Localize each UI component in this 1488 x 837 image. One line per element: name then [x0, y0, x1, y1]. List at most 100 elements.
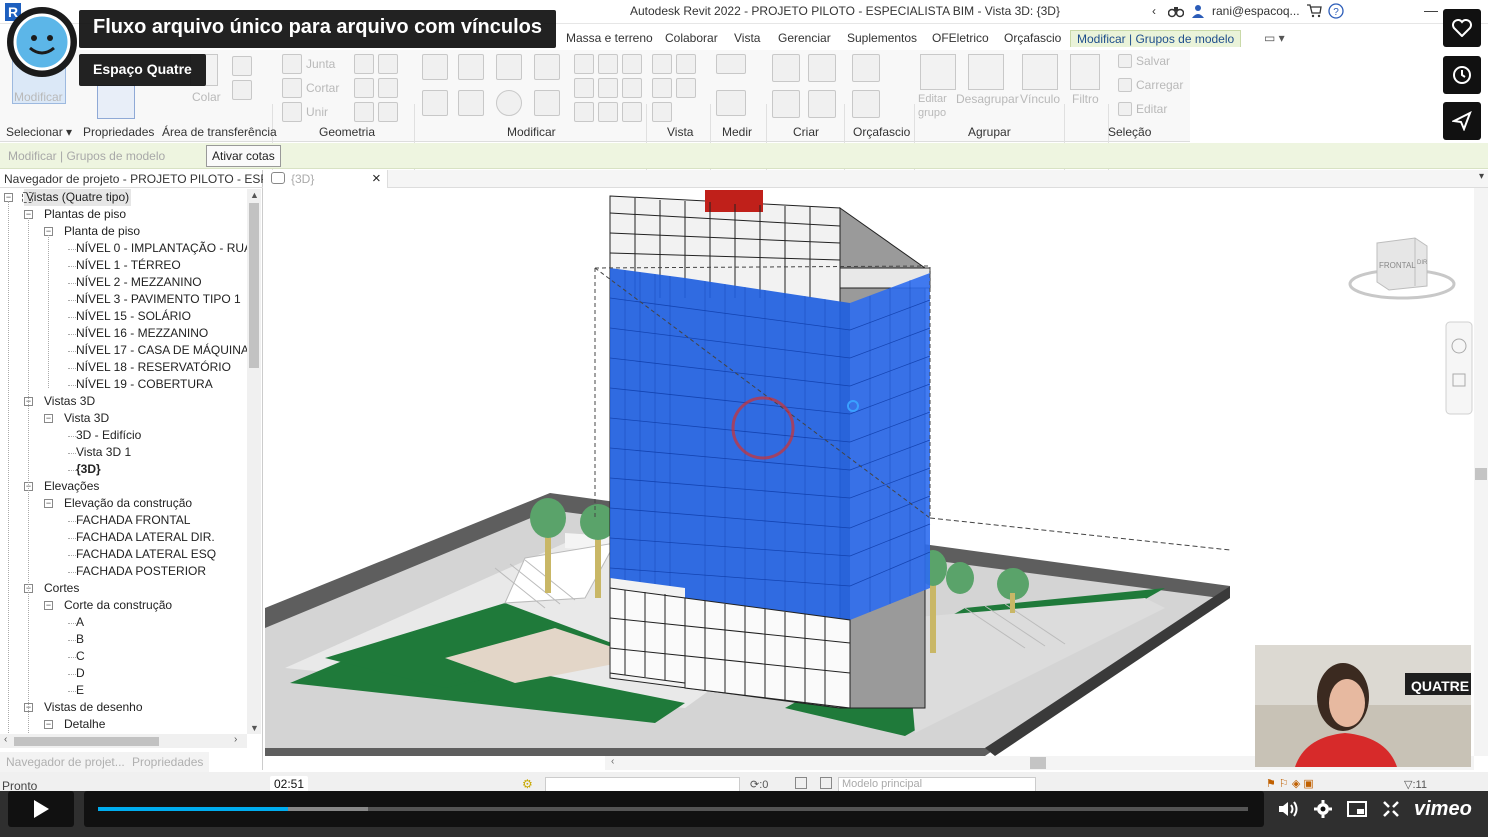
play-button[interactable]	[8, 791, 74, 827]
workset-icon[interactable]: ⚙	[522, 777, 533, 791]
filter-icon[interactable]	[1070, 54, 1100, 90]
tree-node[interactable]: NÍVEL 1 - TÉRREO	[76, 257, 181, 274]
join-tool[interactable]: Junta	[282, 54, 335, 74]
tab-project-browser[interactable]: Navegador de projet...	[0, 752, 131, 772]
tree-node[interactable]: 3D - Edifício	[76, 427, 141, 444]
watch-later-button[interactable]	[1443, 56, 1481, 94]
view-tool-3[interactable]	[652, 102, 672, 122]
design-options-icon[interactable]	[795, 777, 807, 789]
workset-dropdown[interactable]	[545, 777, 740, 792]
view-tool-2[interactable]	[652, 78, 696, 98]
tab-suplementos[interactable]: Suplementos	[841, 30, 923, 46]
user-icon[interactable]	[1190, 3, 1206, 19]
tab-properties[interactable]: Propriedades	[126, 752, 210, 772]
edit-group-icon[interactable]	[920, 54, 956, 90]
tree-collapse-toggle[interactable]: −	[44, 499, 53, 508]
volume-icon[interactable]	[1278, 798, 1300, 820]
espaco-quatre-logo[interactable]	[7, 7, 77, 77]
tree-node[interactable]: Cortes	[44, 580, 79, 597]
browser-vertical-scrollbar[interactable]: ▲ ▼	[247, 189, 261, 734]
align-icon[interactable]	[422, 54, 448, 80]
tree-node[interactable]: C	[76, 648, 85, 665]
settings-gear-icon[interactable]	[1312, 798, 1334, 820]
dimension-icon[interactable]	[716, 90, 746, 116]
link-icon[interactable]	[1022, 54, 1058, 90]
tree-node[interactable]: NÍVEL 15 - SOLÁRIO	[76, 308, 191, 325]
create-part-icon[interactable]	[772, 54, 800, 82]
tree-node[interactable]: Elevações	[44, 478, 99, 495]
mirror-pick-icon[interactable]	[496, 54, 522, 80]
tab-options-icon[interactable]: ▭ ▾	[1258, 30, 1291, 46]
video-progress-track[interactable]	[84, 791, 1264, 827]
tree-node[interactable]: Vista 3D 1	[76, 444, 131, 461]
tree-node[interactable]: Plantas de piso	[44, 206, 126, 223]
tree-node[interactable]: {3D}	[76, 461, 101, 478]
tree-node[interactable]: Vistas 3D	[44, 393, 95, 410]
viewport-vertical-scrollbar[interactable]	[1474, 188, 1488, 756]
help-icon[interactable]: ?	[1327, 3, 1344, 19]
tree-node[interactable]: NÍVEL 3 - PAVIMENTO TIPO 1	[76, 291, 241, 308]
paste-label[interactable]: Colar	[192, 90, 221, 104]
cut-clip-icon[interactable]	[232, 56, 252, 76]
create-group-icon[interactable]	[808, 54, 836, 82]
tree-node[interactable]: Vistas de desenho	[44, 699, 143, 716]
orcafascio-icon-2[interactable]	[852, 90, 880, 118]
like-button[interactable]	[1443, 9, 1481, 47]
minimize-button[interactable]: —	[1424, 2, 1438, 18]
tree-node[interactable]: NÍVEL 17 - CASA DE MÁQUINAS	[76, 342, 248, 359]
tree-node[interactable]: FACHADA LATERAL DIR.	[76, 529, 215, 546]
cut-geometry-tool[interactable]: Cortar	[282, 78, 339, 98]
tree-node[interactable]: NÍVEL 2 - MEZZANINO	[76, 274, 202, 291]
copy-icon[interactable]	[232, 80, 252, 100]
load-selection-tool[interactable]: Carregar	[1118, 78, 1183, 92]
array-tools[interactable]	[574, 78, 642, 98]
view-tab-3d[interactable]: {3D} ×	[265, 170, 388, 188]
browser-scroll-thumb[interactable]	[249, 203, 259, 368]
rotate-icon[interactable]	[496, 90, 522, 116]
tab-orcafascio[interactable]: Orçafascio	[998, 30, 1067, 46]
measure-icon[interactable]	[716, 54, 746, 74]
editable-only-icon[interactable]	[820, 777, 832, 789]
tree-node[interactable]: D	[76, 665, 85, 682]
geometry-tool-3[interactable]	[354, 102, 398, 122]
vimeo-logo[interactable]: vimeo	[1414, 798, 1472, 821]
modify-small-tools[interactable]	[574, 54, 642, 74]
orcafascio-icon[interactable]	[852, 54, 880, 82]
tree-node[interactable]: NÍVEL 0 - IMPLANTAÇÃO - RUA	[76, 240, 248, 257]
trim-icon[interactable]	[534, 90, 560, 116]
browser-horizontal-scrollbar[interactable]: ‹ ›	[0, 734, 247, 748]
tree-node[interactable]: NÍVEL 16 - MEZZANINO	[76, 325, 208, 342]
cart-icon[interactable]	[1306, 3, 1322, 19]
move-icon[interactable]	[422, 90, 448, 116]
tree-node[interactable]: B	[76, 631, 84, 648]
share-button[interactable]	[1443, 102, 1481, 140]
chevron-left-icon[interactable]: ‹	[1146, 3, 1162, 19]
edit-selection-tool[interactable]: Editar	[1118, 102, 1167, 116]
filter-count[interactable]: ▽:11	[1404, 778, 1427, 791]
tree-node[interactable]: Planta de piso	[64, 223, 140, 240]
tree-collapse-toggle[interactable]: −	[44, 414, 53, 423]
geometry-tool-2[interactable]	[354, 78, 398, 98]
scale-tools[interactable]	[574, 102, 642, 122]
mirror-draw-icon[interactable]	[534, 54, 560, 80]
video-progress-bar[interactable]	[98, 807, 288, 811]
close-view-icon[interactable]: ×	[372, 170, 381, 187]
viewcube[interactable]: FRONTAL DIR	[1348, 237, 1456, 300]
fullscreen-icon[interactable]	[1380, 798, 1402, 820]
unite-tool[interactable]: Unir	[282, 102, 328, 122]
tree-node[interactable]: FACHADA LATERAL ESQ	[76, 546, 216, 563]
tree-node[interactable]: Vistas (Quatre tipo)	[24, 189, 132, 206]
tab-menu-icon[interactable]: ▾	[1479, 171, 1484, 182]
ungroup-icon[interactable]	[968, 54, 1004, 90]
curtain-wall-left[interactable]	[610, 268, 685, 588]
tree-node[interactable]: Vista 3D	[64, 410, 109, 427]
tab-gerenciar[interactable]: Gerenciar	[772, 30, 837, 46]
create-similar-icon[interactable]	[772, 90, 800, 118]
tree-node[interactable]: E	[76, 682, 84, 699]
properties-icon[interactable]	[97, 85, 135, 119]
video-title[interactable]: Fluxo arquivo único para arquivo com vín…	[79, 10, 556, 48]
copy-element-icon[interactable]	[458, 90, 484, 116]
design-model-dropdown[interactable]: Modelo principal	[838, 777, 1036, 792]
group-selecionar[interactable]: Selecionar ▾	[6, 125, 72, 139]
tree-collapse-toggle[interactable]: −	[44, 601, 53, 610]
